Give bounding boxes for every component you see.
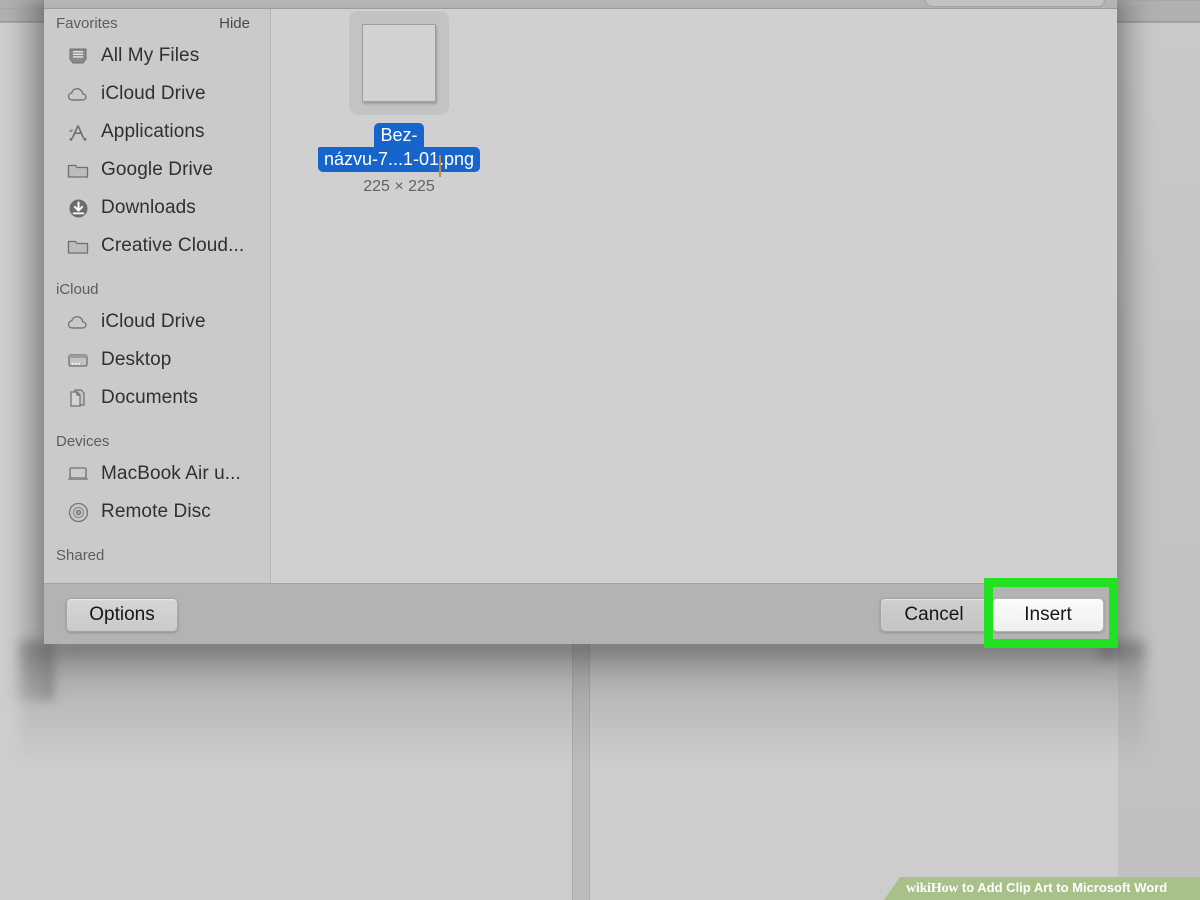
- sidebar-item-label: All My Files: [101, 45, 200, 66]
- sidebar-hide-button[interactable]: Hide: [219, 15, 250, 32]
- screenshot-root: Favorites Hide All My Files iCloud Drive…: [0, 0, 1200, 900]
- all-my-files-icon: [66, 44, 90, 68]
- sidebar-item-icloud-drive-fav[interactable]: iCloud Drive: [44, 75, 270, 113]
- options-button[interactable]: Options: [66, 598, 178, 632]
- file-dimensions: 225 × 225: [363, 178, 435, 195]
- sidebar-item-label: Documents: [101, 387, 198, 408]
- dialog-shadow-bottom: [20, 641, 1145, 761]
- sidebar-item-label: iCloud Drive: [101, 83, 206, 104]
- watermark-brand: wikiHow: [906, 881, 959, 896]
- sidebar-item-desktop[interactable]: Desktop: [44, 341, 270, 379]
- sidebar-item-applications[interactable]: Applications: [44, 113, 270, 151]
- sidebar[interactable]: Favorites Hide All My Files iCloud Drive…: [44, 9, 270, 583]
- sidebar-item-label: Downloads: [101, 197, 196, 218]
- sidebar-item-documents[interactable]: Documents: [44, 379, 270, 417]
- sidebar-section-title: Favorites: [56, 14, 118, 32]
- sidebar-section-devices: Devices: [44, 427, 270, 455]
- sidebar-item-icloud-drive[interactable]: iCloud Drive: [44, 303, 270, 341]
- file-name-line-2: názvu-7...1-01.png: [317, 147, 481, 172]
- cloud-icon: [66, 310, 90, 334]
- documents-icon: [66, 386, 90, 410]
- watermark-caption: to Add Clip Art to Microsoft Word: [958, 880, 1168, 895]
- sidebar-section-title: Devices: [56, 432, 110, 450]
- file-thumbnail[interactable]: [349, 11, 449, 115]
- sidebar-item-label: iCloud Drive: [101, 311, 206, 332]
- sidebar-item-remote-disc[interactable]: Remote Disc: [44, 493, 270, 531]
- watermark-text: wikiHow to Add Clip Art to Microsoft Wor…: [906, 880, 1167, 897]
- folder-icon: [66, 234, 90, 258]
- text-cursor: [439, 155, 441, 177]
- wikihow-watermark: wikiHow to Add Clip Art to Microsoft Wor…: [884, 877, 1200, 900]
- sidebar-section-title: iCloud: [56, 280, 99, 298]
- sidebar-item-creative-cloud[interactable]: Creative Cloud...: [44, 227, 270, 265]
- cancel-button[interactable]: Cancel: [880, 598, 988, 632]
- applications-icon: [66, 120, 90, 144]
- search-input[interactable]: [925, 0, 1105, 7]
- sidebar-item-label: MacBook Air u...: [101, 463, 241, 484]
- laptop-icon: [66, 462, 90, 486]
- sidebar-item-label: Desktop: [101, 349, 172, 370]
- file-name-label[interactable]: Bez- názvu-7...1-01.png: [317, 123, 481, 172]
- folder-icon: [66, 158, 90, 182]
- sidebar-section-icloud: iCloud: [44, 275, 270, 303]
- file-name-line-1: Bez-: [374, 123, 424, 148]
- disc-icon: [66, 500, 90, 524]
- sidebar-item-macbook-air[interactable]: MacBook Air u...: [44, 455, 270, 493]
- sidebar-item-label: Creative Cloud...: [101, 235, 245, 256]
- file-browser-pane[interactable]: Bez- názvu-7...1-01.png 225 × 225: [271, 9, 1117, 583]
- sidebar-section-favorites: Favorites Hide: [44, 9, 270, 37]
- sidebar-item-label: Google Drive: [101, 159, 214, 180]
- sidebar-item-all-my-files[interactable]: All My Files: [44, 37, 270, 75]
- file-item-selected[interactable]: Bez- názvu-7...1-01.png 225 × 225: [317, 11, 481, 196]
- sidebar-item-google-drive[interactable]: Google Drive: [44, 151, 270, 189]
- desktop-icon: [66, 348, 90, 372]
- cloud-icon: [66, 82, 90, 106]
- downloads-icon: [66, 196, 90, 220]
- dialog-bottom-bar: Options Cancel Insert: [44, 583, 1117, 644]
- sidebar-item-label: Remote Disc: [101, 501, 211, 522]
- sidebar-item-downloads[interactable]: Downloads: [44, 189, 270, 227]
- insert-button-highlight: [984, 578, 1118, 648]
- dialog-toolbar: [44, 0, 1117, 9]
- image-preview: [362, 24, 436, 102]
- sidebar-section-title: Shared: [56, 546, 105, 564]
- sidebar-item-label: Applications: [101, 121, 205, 142]
- file-picker-dialog: Favorites Hide All My Files iCloud Drive…: [44, 0, 1117, 644]
- sidebar-section-shared: Shared: [44, 541, 270, 569]
